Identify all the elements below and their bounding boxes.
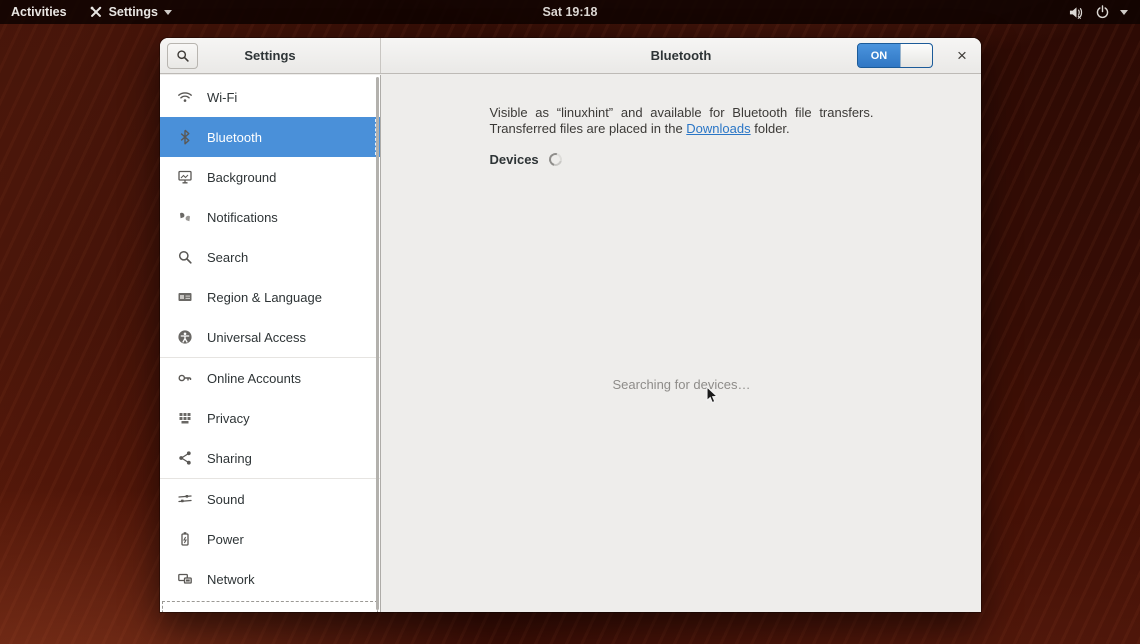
sharing-icon bbox=[177, 450, 193, 466]
sound-icon bbox=[177, 491, 193, 507]
wifi-icon bbox=[177, 89, 193, 105]
sidebar-item-bluetooth[interactable]: Bluetooth bbox=[160, 117, 380, 157]
sidebar-item-label: Background bbox=[207, 170, 276, 185]
sidebar-item-sound[interactable]: Sound bbox=[160, 479, 380, 519]
sidebar-item-background[interactable]: Background bbox=[160, 157, 380, 197]
visibility-description: Visible as “linuxhint” and available for… bbox=[490, 105, 874, 137]
visibility-line2: Transferred files are placed in the Down… bbox=[490, 121, 874, 137]
sidebar-item-region-language[interactable]: Region & Language bbox=[160, 277, 380, 317]
bluetooth-toggle[interactable]: ON bbox=[857, 43, 933, 68]
volume-icon bbox=[1068, 5, 1085, 20]
searching-status: Searching for devices… bbox=[382, 377, 981, 392]
titlebar[interactable]: Settings Bluetooth ON × bbox=[160, 38, 981, 74]
settings-window: Settings Bluetooth ON × Wi-Fi Bluetooth Ba… bbox=[160, 38, 981, 612]
sidebar-item-label: Universal Access bbox=[207, 330, 306, 345]
sidebar-item-wi-fi[interactable]: Wi-Fi bbox=[160, 77, 380, 117]
sidebar-item-label: Online Accounts bbox=[207, 371, 301, 386]
sidebar-item-online-accounts[interactable]: Online Accounts bbox=[160, 358, 380, 398]
spinner-icon bbox=[546, 151, 564, 169]
mouse-cursor bbox=[706, 386, 719, 410]
sidebar-item-label: Region & Language bbox=[207, 290, 322, 305]
sidebar-item-sharing[interactable]: Sharing bbox=[160, 438, 380, 478]
sidebar-item-privacy[interactable]: Privacy bbox=[160, 398, 380, 438]
sidebar-item-label: Network bbox=[207, 572, 255, 587]
devices-icon bbox=[177, 611, 193, 612]
sidebar-item-devices[interactable]: Devices › bbox=[160, 599, 380, 612]
system-status-area[interactable] bbox=[1060, 0, 1136, 24]
clock[interactable]: Sat 19:18 bbox=[0, 5, 1140, 19]
sidebar-title: Settings bbox=[160, 48, 380, 63]
background-icon bbox=[177, 169, 193, 185]
bluetooth-panel: Visible as “linuxhint” and available for… bbox=[382, 75, 981, 612]
sidebar-item-power[interactable]: Power bbox=[160, 519, 380, 559]
power-icon bbox=[1095, 5, 1110, 20]
privacy-icon bbox=[177, 410, 193, 426]
sidebar-item-network[interactable]: Network bbox=[160, 559, 380, 599]
power-icon bbox=[177, 531, 193, 547]
sidebar-scrollbar[interactable] bbox=[376, 77, 379, 610]
sidebar-item-label: Sound bbox=[207, 492, 245, 507]
sidebar-item-label: Bluetooth bbox=[207, 130, 262, 145]
settings-sidebar: Wi-Fi Bluetooth Background Notifications Sea… bbox=[160, 75, 381, 612]
sidebar-list: Wi-Fi Bluetooth Background Notifications Sea… bbox=[160, 77, 380, 612]
toggle-knob[interactable] bbox=[900, 44, 932, 67]
sidebar-item-label: Devices bbox=[207, 612, 253, 613]
universal-access-icon bbox=[177, 329, 193, 345]
sidebar-item-label: Wi-Fi bbox=[207, 90, 237, 105]
sidebar-item-label: Search bbox=[207, 250, 248, 265]
bluetooth-icon bbox=[177, 129, 193, 145]
chevron-right-icon: › bbox=[361, 611, 372, 613]
sidebar-item-search[interactable]: Search bbox=[160, 237, 380, 277]
top-bar: Activities Settings Sat 19:18 bbox=[0, 0, 1140, 24]
notifications-icon bbox=[177, 209, 193, 225]
sidebar-item-universal-access[interactable]: Universal Access bbox=[160, 317, 380, 357]
network-icon bbox=[177, 571, 193, 587]
region-language-icon bbox=[177, 289, 193, 305]
sidebar-item-label: Sharing bbox=[207, 451, 252, 466]
sidebar-item-label: Power bbox=[207, 532, 244, 547]
sidebar-item-notifications[interactable]: Notifications bbox=[160, 197, 380, 237]
toggle-on-label: ON bbox=[858, 44, 900, 67]
close-button[interactable]: × bbox=[951, 45, 973, 67]
sidebar-item-label: Notifications bbox=[207, 210, 278, 225]
downloads-link[interactable]: Downloads bbox=[686, 121, 750, 136]
panel-header: Bluetooth ON × bbox=[381, 38, 981, 73]
visibility-line1: Visible as “linuxhint” and available for… bbox=[490, 105, 874, 121]
online-accounts-icon bbox=[177, 370, 193, 386]
search-icon bbox=[177, 249, 193, 265]
chevron-down-icon bbox=[1120, 10, 1128, 15]
sidebar-item-label: Privacy bbox=[207, 411, 250, 426]
sidebar-header: Settings bbox=[160, 38, 381, 73]
devices-heading: Devices bbox=[490, 152, 539, 167]
